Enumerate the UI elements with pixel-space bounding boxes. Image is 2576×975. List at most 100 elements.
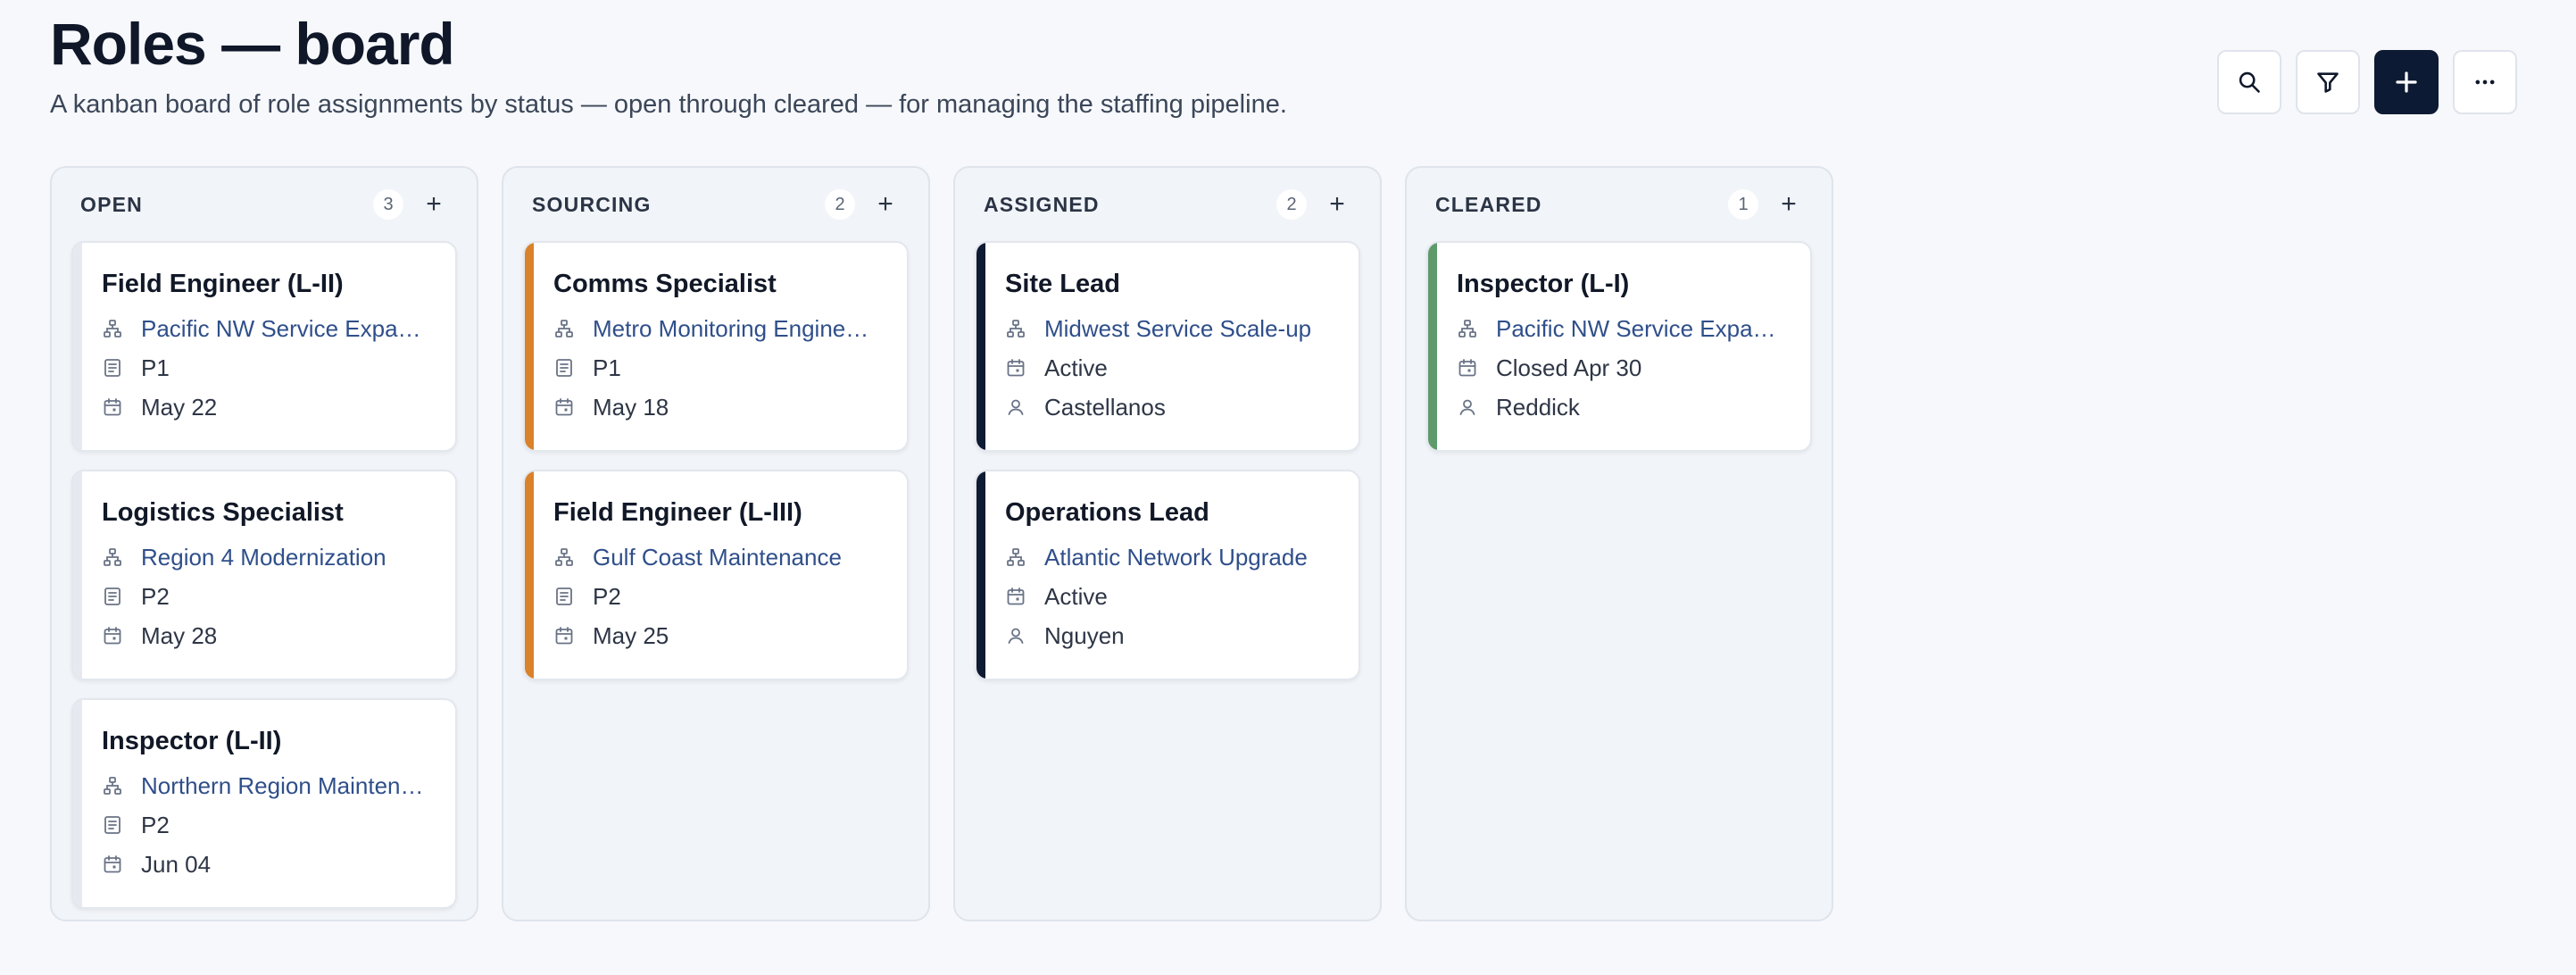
- status-accent-bar: [73, 471, 82, 679]
- card-list: Site Lead Midwest Service Scale-up Activ…: [975, 241, 1360, 680]
- calendar-icon: [102, 396, 123, 418]
- calendar-icon: [1005, 357, 1026, 379]
- org-chart-icon: [1457, 318, 1478, 339]
- column-title: CLEARED: [1435, 192, 1542, 216]
- column-header: SOURCING 2 +: [523, 168, 909, 241]
- third-row: Reddick: [1457, 388, 1792, 427]
- role-card[interactable]: Inspector (L-I) Pacific NW Service Expan…: [1426, 241, 1812, 452]
- filter-button[interactable]: [2296, 50, 2360, 114]
- second-value: Active: [1044, 582, 1108, 610]
- add-card-button[interactable]: +: [869, 188, 902, 221]
- org-chart-icon: [553, 318, 575, 339]
- role-card[interactable]: Comms Specialist Metro Monitoring Engine…: [523, 241, 909, 452]
- column-count-badge: 1: [1728, 189, 1758, 220]
- project-link[interactable]: Atlantic Network Upgrade: [1044, 544, 1308, 571]
- third-value: Nguyen: [1044, 621, 1125, 649]
- third-value: May 28: [141, 621, 218, 649]
- person-icon: [1005, 625, 1026, 646]
- second-row: P2: [102, 805, 437, 845]
- status-accent-bar: [525, 471, 534, 679]
- calendar-icon: [1457, 357, 1478, 379]
- org-chart-icon: [102, 318, 123, 339]
- second-row: P1: [102, 348, 437, 388]
- calendar-icon: [102, 854, 123, 875]
- board-column-open: OPEN 3 + Field Engineer (L-II) Pacific N…: [50, 166, 478, 921]
- column-title: OPEN: [80, 192, 143, 216]
- project-link[interactable]: Metro Monitoring Engineer...: [593, 315, 878, 343]
- third-row: Nguyen: [1005, 616, 1341, 655]
- project-row: Atlantic Network Upgrade: [1005, 538, 1341, 577]
- add-button[interactable]: [2374, 50, 2439, 114]
- second-row: P1: [553, 348, 889, 388]
- project-row: Metro Monitoring Engineer...: [553, 309, 889, 348]
- status-accent-bar: [525, 243, 534, 450]
- third-value: May 18: [593, 393, 669, 421]
- role-card[interactable]: Operations Lead Atlantic Network Upgrade…: [975, 470, 1360, 680]
- card-list: Field Engineer (L-II) Pacific NW Service…: [71, 241, 457, 909]
- column-header: CLEARED 1 +: [1426, 168, 1812, 241]
- second-row: Active: [1005, 348, 1341, 388]
- second-value: P2: [593, 582, 621, 610]
- project-link[interactable]: Pacific NW Service Expan...: [1496, 315, 1782, 343]
- project-link[interactable]: Northern Region Maintena...: [141, 772, 427, 800]
- third-row: May 25: [553, 616, 889, 655]
- list-icon: [102, 586, 123, 607]
- list-icon: [553, 357, 575, 379]
- second-value: Closed Apr 30: [1496, 354, 1642, 381]
- third-value: May 25: [593, 621, 669, 649]
- status-accent-bar: [1428, 243, 1437, 450]
- column-title: SOURCING: [532, 192, 652, 216]
- org-chart-icon: [102, 546, 123, 568]
- board-column-sourcing: SOURCING 2 + Comms Specialist Metro Moni…: [502, 166, 930, 921]
- third-row: Jun 04: [102, 845, 437, 884]
- role-card[interactable]: Field Engineer (L-III) Gulf Coast Mainte…: [523, 470, 909, 680]
- third-value: Castellanos: [1044, 393, 1166, 421]
- role-title: Site Lead: [1005, 270, 1120, 298]
- plus-icon: [2393, 69, 2420, 96]
- project-link[interactable]: Midwest Service Scale-up: [1044, 315, 1311, 343]
- calendar-icon: [553, 625, 575, 646]
- add-card-button[interactable]: +: [1773, 188, 1805, 221]
- role-card[interactable]: Field Engineer (L-II) Pacific NW Service…: [71, 241, 457, 452]
- project-link[interactable]: Gulf Coast Maintenance: [593, 544, 842, 571]
- role-card[interactable]: Inspector (L-II) Northern Region Mainten…: [71, 698, 457, 909]
- page-title: Roles — board: [50, 11, 455, 77]
- role-title: Field Engineer (L-II): [102, 270, 344, 298]
- third-row: May 28: [102, 616, 437, 655]
- second-row: Closed Apr 30: [1457, 348, 1792, 388]
- role-title: Field Engineer (L-III): [553, 498, 802, 527]
- card-list: Inspector (L-I) Pacific NW Service Expan…: [1426, 241, 1812, 452]
- third-row: May 22: [102, 388, 437, 427]
- search-icon: [2237, 70, 2262, 95]
- role-card[interactable]: Logistics Specialist Region 4 Modernizat…: [71, 470, 457, 680]
- second-value: P1: [593, 354, 621, 381]
- org-chart-icon: [1005, 318, 1026, 339]
- column-count-badge: 3: [373, 189, 403, 220]
- column-title: ASSIGNED: [984, 192, 1100, 216]
- project-row: Region 4 Modernization: [102, 538, 437, 577]
- card-list: Comms Specialist Metro Monitoring Engine…: [523, 241, 909, 680]
- project-row: Midwest Service Scale-up: [1005, 309, 1341, 348]
- project-link[interactable]: Pacific NW Service Expan...: [141, 315, 427, 343]
- column-count-badge: 2: [825, 189, 855, 220]
- search-button[interactable]: [2217, 50, 2281, 114]
- second-value: P2: [141, 582, 170, 610]
- project-row: Gulf Coast Maintenance: [553, 538, 889, 577]
- role-card[interactable]: Site Lead Midwest Service Scale-up Activ…: [975, 241, 1360, 452]
- column-header: ASSIGNED 2 +: [975, 168, 1360, 241]
- third-row: Castellanos: [1005, 388, 1341, 427]
- org-chart-icon: [102, 775, 123, 796]
- add-card-button[interactable]: +: [1321, 188, 1353, 221]
- status-accent-bar: [73, 700, 82, 907]
- add-card-button[interactable]: +: [418, 188, 450, 221]
- third-value: Reddick: [1496, 393, 1580, 421]
- status-accent-bar: [976, 471, 985, 679]
- person-icon: [1005, 396, 1026, 418]
- calendar-icon: [553, 396, 575, 418]
- project-row: Northern Region Maintena...: [102, 766, 437, 805]
- board-column-cleared: CLEARED 1 + Inspector (L-I) Pacific NW S…: [1405, 166, 1833, 921]
- project-link[interactable]: Region 4 Modernization: [141, 544, 386, 571]
- kanban-board: OPEN 3 + Field Engineer (L-II) Pacific N…: [50, 166, 1833, 921]
- more-button[interactable]: [2453, 50, 2517, 114]
- role-title: Comms Specialist: [553, 270, 777, 298]
